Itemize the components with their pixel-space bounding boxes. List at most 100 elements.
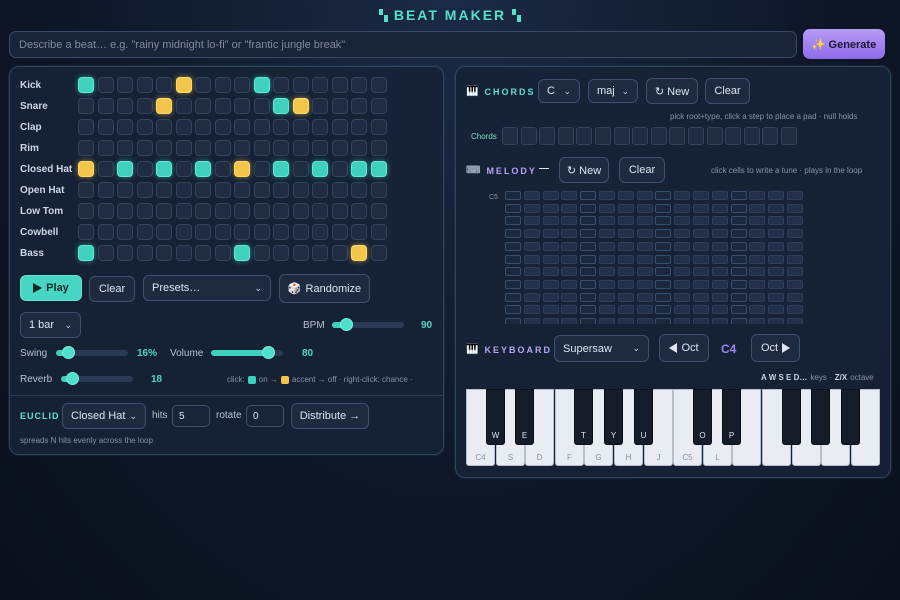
step-cell[interactable] <box>332 119 348 135</box>
step-cell[interactable] <box>176 119 192 135</box>
melody-cell[interactable] <box>505 216 521 226</box>
melody-cell[interactable] <box>505 318 521 324</box>
melody-cell[interactable] <box>637 241 653 251</box>
melody-cell[interactable] <box>749 216 765 226</box>
chord-root-select[interactable]: C ⌄ <box>538 79 580 103</box>
melody-cell[interactable] <box>749 241 765 251</box>
distribute-button[interactable]: Distribute → <box>291 403 369 429</box>
melody-cell[interactable] <box>580 229 596 239</box>
step-cell[interactable] <box>312 224 328 240</box>
step-cell[interactable] <box>176 161 192 177</box>
step-cell[interactable] <box>78 245 94 261</box>
step-cell[interactable] <box>234 161 250 177</box>
step-cell[interactable] <box>351 77 367 93</box>
melody-cell[interactable] <box>524 254 540 264</box>
melody-clear-button[interactable]: Clear <box>619 157 665 183</box>
step-cell[interactable] <box>234 203 250 219</box>
melody-cell[interactable] <box>618 229 634 239</box>
step-cell[interactable] <box>293 203 309 219</box>
melody-cell[interactable] <box>561 229 577 239</box>
melody-cell[interactable] <box>637 305 653 315</box>
melody-cell[interactable] <box>599 279 615 289</box>
step-cell[interactable] <box>234 140 250 156</box>
step-cell[interactable] <box>117 119 133 135</box>
sequencer-clear-button[interactable]: Clear <box>89 276 135 302</box>
melody-cell[interactable] <box>543 279 559 289</box>
black-key[interactable] <box>782 389 801 445</box>
melody-cell[interactable] <box>561 318 577 324</box>
step-cell[interactable] <box>137 140 153 156</box>
melody-cell[interactable] <box>505 254 521 264</box>
step-cell[interactable] <box>234 119 250 135</box>
melody-cell[interactable] <box>674 305 690 315</box>
melody-cell[interactable] <box>543 267 559 277</box>
presets-select[interactable]: Presets… ⌄ <box>143 275 271 301</box>
melody-cell[interactable] <box>561 292 577 302</box>
step-cell[interactable] <box>234 245 250 261</box>
melody-cell[interactable] <box>637 229 653 239</box>
black-key[interactable]: T <box>574 389 593 445</box>
melody-cell[interactable] <box>543 305 559 315</box>
chord-step-cell[interactable] <box>651 127 667 145</box>
step-cell[interactable] <box>195 77 211 93</box>
step-cell[interactable] <box>156 98 172 114</box>
chord-step-cell[interactable] <box>558 127 574 145</box>
hits-input[interactable] <box>172 405 210 427</box>
step-cell[interactable] <box>78 119 94 135</box>
bpm-slider[interactable] <box>332 318 404 331</box>
step-cell[interactable] <box>273 203 289 219</box>
melody-cell[interactable] <box>674 203 690 213</box>
step-cell[interactable] <box>156 245 172 261</box>
step-cell[interactable] <box>332 224 348 240</box>
melody-cell[interactable] <box>674 229 690 239</box>
chord-step-cell[interactable] <box>521 127 537 145</box>
melody-cell[interactable] <box>712 254 728 264</box>
melody-cell[interactable] <box>768 229 784 239</box>
melody-cell[interactable] <box>505 279 521 289</box>
step-cell[interactable] <box>371 161 387 177</box>
step-cell[interactable] <box>78 203 94 219</box>
melody-cell[interactable] <box>580 279 596 289</box>
melody-cell[interactable] <box>731 305 747 315</box>
melody-cell[interactable] <box>561 241 577 251</box>
melody-cell[interactable] <box>712 203 728 213</box>
melody-cell[interactable] <box>731 267 747 277</box>
melody-cell[interactable] <box>505 229 521 239</box>
step-cell[interactable] <box>176 224 192 240</box>
chord-step-cell[interactable] <box>595 127 611 145</box>
step-cell[interactable] <box>78 224 94 240</box>
melody-cell[interactable] <box>618 216 634 226</box>
melody-cell[interactable] <box>693 241 709 251</box>
step-cell[interactable] <box>156 182 172 198</box>
melody-cell[interactable] <box>712 229 728 239</box>
melody-cell[interactable] <box>637 292 653 302</box>
melody-cell[interactable] <box>637 267 653 277</box>
step-cell[interactable] <box>273 161 289 177</box>
step-cell[interactable] <box>254 119 270 135</box>
melody-cell[interactable] <box>505 305 521 315</box>
melody-cell[interactable] <box>787 203 803 213</box>
melody-new-button[interactable]: ↻ New <box>559 157 609 183</box>
melody-cell[interactable] <box>768 191 784 200</box>
melody-cell[interactable] <box>524 241 540 251</box>
melody-cell[interactable] <box>693 305 709 315</box>
black-key[interactable]: P <box>722 389 741 445</box>
melody-cell[interactable] <box>580 254 596 264</box>
step-cell[interactable] <box>351 224 367 240</box>
melody-cell[interactable] <box>787 279 803 289</box>
melody-cell[interactable] <box>731 292 747 302</box>
step-cell[interactable] <box>137 77 153 93</box>
melody-cell[interactable] <box>655 229 671 239</box>
swing-slider-knob[interactable] <box>62 346 75 359</box>
chord-step-cell[interactable] <box>762 127 778 145</box>
chord-step-cell[interactable] <box>707 127 723 145</box>
melody-cell[interactable] <box>524 216 540 226</box>
melody-cell[interactable] <box>655 241 671 251</box>
step-cell[interactable] <box>78 161 94 177</box>
melody-cell[interactable] <box>787 191 803 200</box>
step-cell[interactable] <box>254 140 270 156</box>
step-cell[interactable] <box>78 98 94 114</box>
black-key[interactable]: W <box>486 389 505 445</box>
volume-slider[interactable] <box>211 346 283 359</box>
melody-cell[interactable] <box>505 292 521 302</box>
